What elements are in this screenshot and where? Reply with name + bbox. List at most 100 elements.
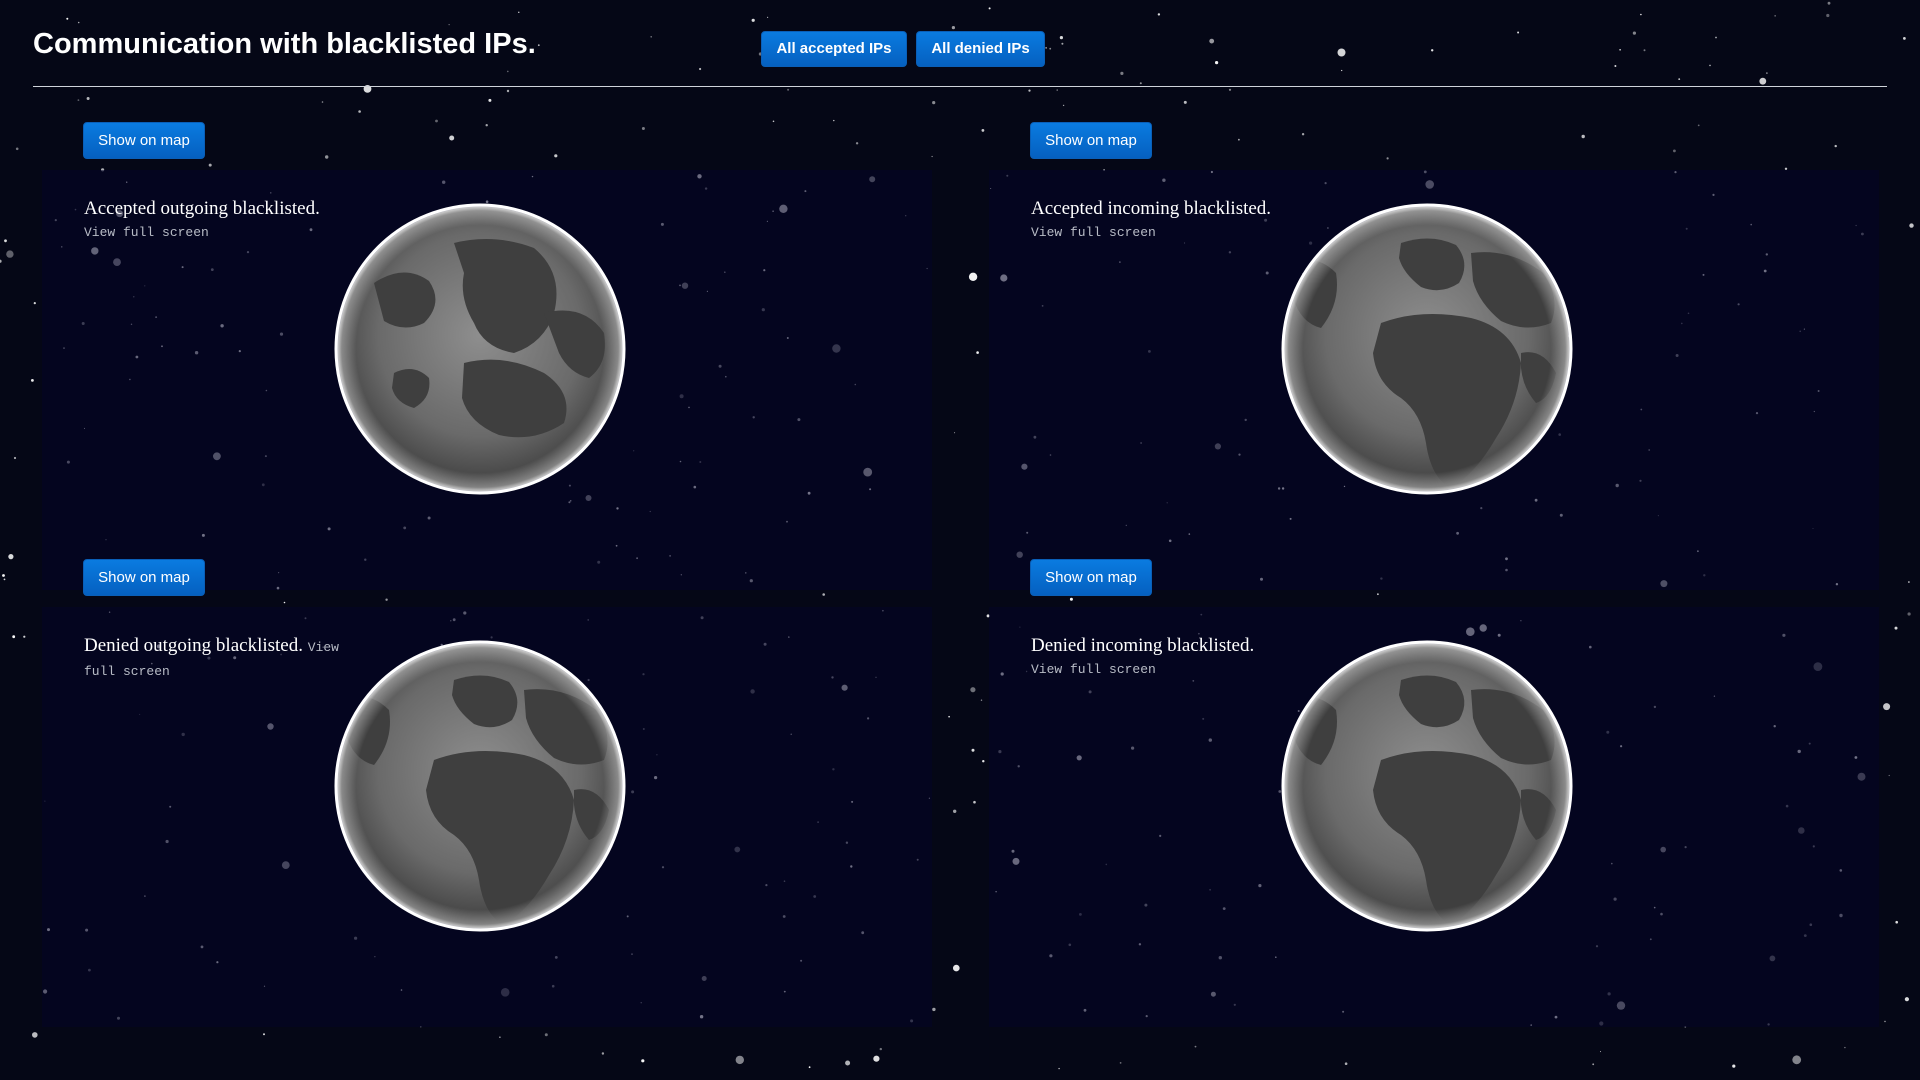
star (1062, 104, 1065, 107)
star (554, 154, 558, 158)
all-denied-ips-button[interactable]: All denied IPs (916, 31, 1045, 67)
star (13, 456, 17, 460)
star (86, 97, 90, 100)
star (879, 1047, 882, 1051)
star (772, 120, 775, 123)
star (641, 1059, 645, 1063)
show-on-map-button-accepted-outgoing[interactable]: Show on map (83, 122, 205, 159)
star (980, 699, 983, 701)
globe-atmosphere-rim (334, 203, 626, 495)
view-full-screen-link[interactable]: View full screen (1031, 662, 1156, 677)
star (31, 379, 34, 382)
all-accepted-ips-button[interactable]: All accepted IPs (761, 31, 907, 67)
star (845, 1060, 851, 1066)
star (506, 89, 510, 93)
show-on-map-button-accepted-incoming[interactable]: Show on map (1030, 122, 1152, 159)
star (808, 1066, 811, 1069)
panel-title: Denied incoming blacklisted. View full s… (1031, 635, 1321, 681)
star (358, 110, 361, 113)
star (968, 272, 978, 281)
star (2, 574, 5, 577)
star (1028, 89, 1031, 92)
star (77, 99, 80, 101)
star (1194, 1045, 1197, 1048)
star (1884, 1020, 1886, 1023)
globe-visualization[interactable] (1281, 203, 1573, 495)
star (385, 598, 388, 601)
show-on-map-button-denied-outgoing[interactable]: Show on map (83, 559, 205, 596)
star (1592, 1063, 1595, 1066)
star (1732, 1064, 1736, 1068)
view-full-screen-link[interactable]: View full screen (1031, 225, 1156, 240)
star (1903, 37, 1906, 40)
star (283, 601, 286, 604)
panel-title: Accepted outgoing blacklisted. View full… (84, 198, 374, 244)
star (1228, 88, 1232, 91)
star (932, 101, 936, 105)
star (953, 964, 960, 972)
star (1844, 1046, 1846, 1049)
star (873, 1055, 880, 1062)
star (1697, 124, 1700, 127)
star (208, 163, 212, 167)
page-title: Communication with blacklisted IPs. (33, 28, 536, 60)
star (485, 124, 488, 127)
star (954, 432, 956, 434)
star (488, 98, 492, 102)
star (1069, 597, 1073, 601)
star (787, 88, 790, 91)
star (601, 1052, 605, 1055)
star (33, 302, 36, 305)
view-full-screen-link[interactable]: View full screen (84, 225, 209, 240)
globe-atmosphere-rim (334, 640, 626, 932)
panel-title-text: Accepted outgoing blacklisted. (84, 198, 320, 219)
star (449, 135, 455, 141)
star (1888, 774, 1890, 777)
star (1792, 1055, 1802, 1065)
star (15, 147, 19, 151)
star (1183, 100, 1187, 104)
star (1895, 920, 1898, 924)
star (973, 800, 976, 804)
globe-visualization[interactable] (334, 640, 626, 932)
star (1386, 157, 1389, 160)
star (8, 554, 14, 560)
star (976, 351, 979, 354)
star (1058, 1067, 1060, 1070)
star (1834, 144, 1837, 148)
star (23, 635, 26, 638)
star (971, 748, 975, 752)
star (321, 101, 324, 103)
star (325, 155, 329, 159)
globe-atmosphere-rim (1281, 640, 1573, 932)
globe-panel-accepted-outgoing: Accepted outgoing blacklisted. View full… (42, 170, 932, 590)
globe-panel-denied-outgoing: Denied outgoing blacklisted. View full s… (42, 607, 932, 1027)
globe-panel-accepted-incoming: Accepted incoming blacklisted. View full… (989, 170, 1879, 590)
star (1909, 223, 1914, 228)
panel-title-text: Denied outgoing blacklisted. (84, 635, 303, 656)
star (970, 687, 976, 693)
panel-title: Denied outgoing blacklisted. View full s… (84, 635, 374, 683)
globe-panel-denied-incoming: Denied incoming blacklisted. View full s… (989, 607, 1879, 1027)
star (1238, 138, 1240, 141)
star (6, 250, 14, 258)
star (1904, 997, 1909, 1002)
star (499, 1036, 501, 1038)
show-on-map-button-denied-incoming[interactable]: Show on map (1030, 559, 1152, 596)
star (982, 760, 985, 763)
star (435, 119, 438, 123)
star (1056, 89, 1058, 91)
panel-title-text: Denied incoming blacklisted. (1031, 635, 1255, 656)
star (641, 127, 645, 130)
star (3, 578, 6, 581)
star (981, 129, 985, 132)
star (1907, 612, 1911, 616)
star (931, 155, 933, 158)
star (1600, 1051, 1601, 1053)
star (1894, 626, 1898, 630)
star (32, 1032, 38, 1038)
star (1908, 581, 1910, 583)
globe-visualization[interactable] (1281, 640, 1573, 932)
star (0, 259, 2, 263)
globe-visualization[interactable] (334, 203, 626, 495)
